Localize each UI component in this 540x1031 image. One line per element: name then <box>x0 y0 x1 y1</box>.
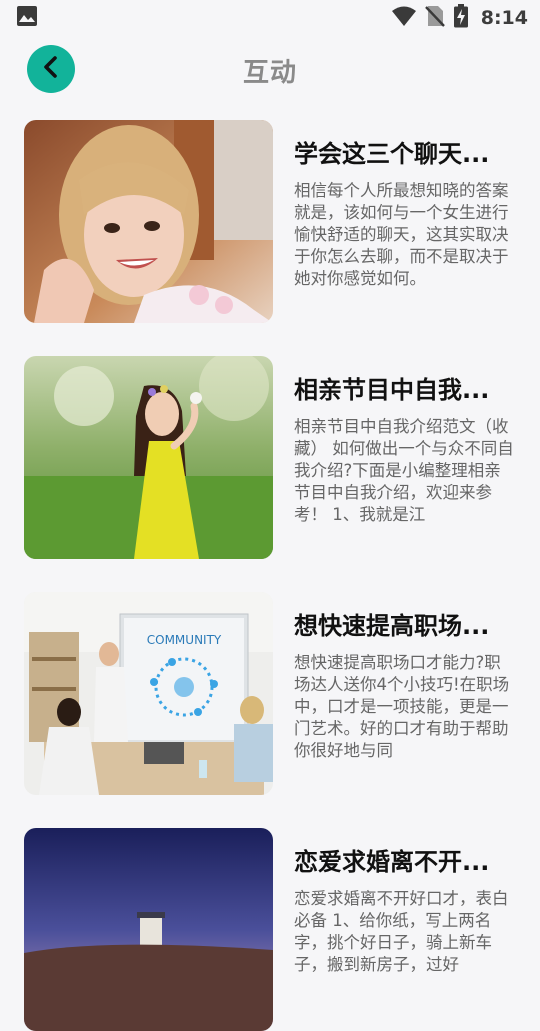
status-bar: 8:14 <box>0 0 540 36</box>
header: 互动 <box>0 36 540 102</box>
article-title[interactable]: 恋爱求婚离不开... <box>294 842 516 877</box>
article-summary: 相信每个人所最想知晓的答案就是，该如何与一个女生进行愉快舒适的聊天，这其实取决于… <box>294 181 509 288</box>
photo-office-meeting: COMMUNITY <box>24 592 273 795</box>
article-card[interactable]: COMMUNITY 想快速提高职场... 想快速提高职场口才能力?职场达人送你4… <box>24 592 524 795</box>
battery-charging-icon <box>453 4 469 32</box>
article-title[interactable]: 相亲节目中自我... <box>294 370 516 405</box>
article-title[interactable]: 想快速提高职场... <box>294 606 516 641</box>
photo-lighthouse-dusk <box>24 828 273 1031</box>
photo-woman-yellow-dress <box>24 356 273 559</box>
clock-time: 8:14 <box>480 7 528 29</box>
no-sim-icon <box>424 5 445 31</box>
article-title[interactable]: 学会这三个聊天... <box>294 134 516 169</box>
article-summary: 恋爱求婚离不开好口才，表白必备 1、给你纸，写上两名字，挑个好日子，骑上新车子，… <box>294 889 509 974</box>
wifi-icon <box>391 5 417 31</box>
article-card[interactable]: 学会这三个聊天... 相信每个人所最想知晓的答案就是，该如何与一个女生进行愉快舒… <box>24 120 524 323</box>
page-title: 互动 <box>242 58 297 88</box>
article-card[interactable]: 恋爱求婚离不开... 恋爱求婚离不开好口才，表白必备 1、给你纸，写上两名字，挑… <box>24 828 524 1031</box>
article-thumbnail[interactable] <box>24 828 273 1031</box>
article-summary: 相亲节目中自我介绍范文（收藏） 如何做出一个与众不同自我介绍?下面是小编整理相亲… <box>294 417 514 524</box>
article-thumbnail[interactable] <box>24 120 273 323</box>
image-icon <box>16 5 38 31</box>
photo-woman-smiling <box>24 120 273 323</box>
status-right: 8:14 <box>391 4 528 32</box>
article-thumbnail[interactable]: COMMUNITY <box>24 592 273 795</box>
article-thumbnail[interactable] <box>24 356 273 559</box>
article-summary: 想快速提高职场口才能力?职场达人送你4个小技巧!在职场中，口才是一项技能，更是一… <box>294 653 510 760</box>
community-board-text: COMMUNITY <box>147 633 222 647</box>
article-card[interactable]: 相亲节目中自我... 相亲节目中自我介绍范文（收藏） 如何做出一个与众不同自我介… <box>24 356 524 559</box>
